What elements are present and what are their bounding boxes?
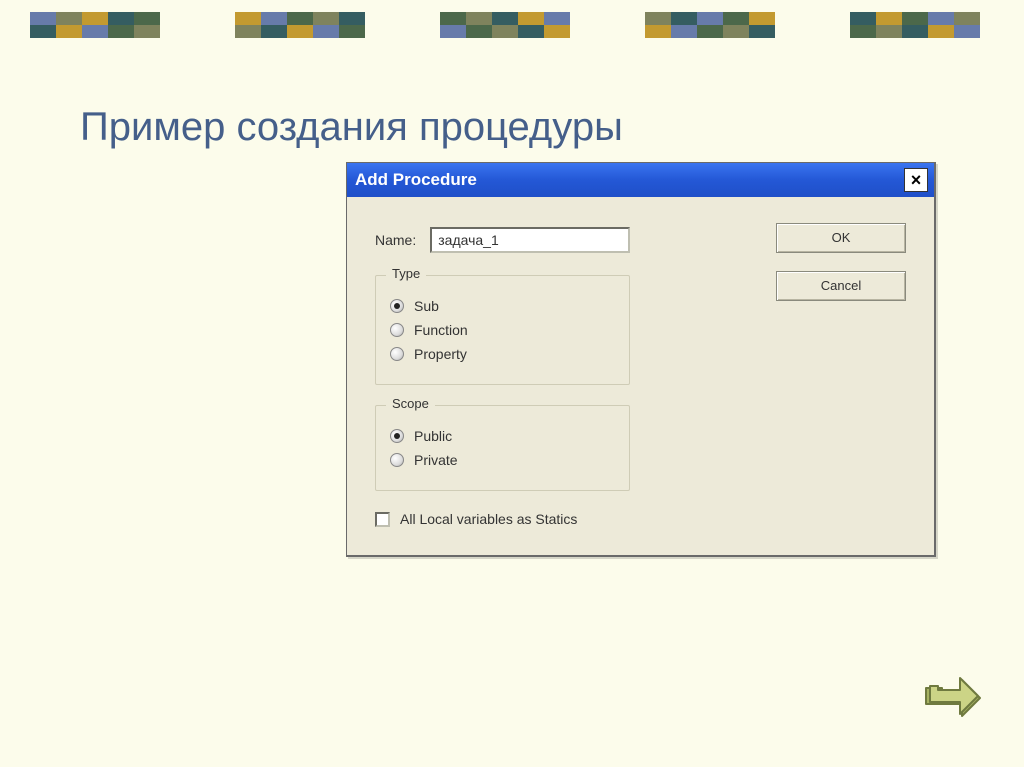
titlebar: Add Procedure ×: [347, 163, 934, 197]
checkbox-icon: [375, 512, 390, 527]
type-group: Type Sub Function Property: [375, 275, 630, 385]
radio-icon: [390, 299, 404, 313]
scope-legend: Scope: [386, 396, 435, 411]
radio-label: Property: [414, 346, 467, 362]
scope-group: Scope Public Private: [375, 405, 630, 491]
radio-icon: [390, 323, 404, 337]
page-title: Пример создания процедуры: [80, 105, 623, 150]
radio-private[interactable]: Private: [390, 452, 615, 468]
deco-bar: [440, 12, 570, 38]
add-procedure-dialog: Add Procedure × Name: Type Sub Function: [346, 162, 936, 557]
radio-icon: [390, 347, 404, 361]
deco-bar: [235, 12, 365, 38]
radio-label: Public: [414, 428, 452, 444]
deco-bar: [850, 12, 980, 38]
cancel-button[interactable]: Cancel: [776, 271, 906, 301]
deco-bar: [645, 12, 775, 38]
name-input[interactable]: [430, 227, 630, 253]
ok-button[interactable]: OK: [776, 223, 906, 253]
radio-function[interactable]: Function: [390, 322, 615, 338]
return-icon[interactable]: [924, 674, 982, 722]
radio-icon: [390, 453, 404, 467]
radio-icon: [390, 429, 404, 443]
radio-label: Sub: [414, 298, 439, 314]
radio-property[interactable]: Property: [390, 346, 615, 362]
radio-label: Private: [414, 452, 458, 468]
name-label: Name:: [375, 232, 416, 248]
radio-public[interactable]: Public: [390, 428, 615, 444]
type-legend: Type: [386, 266, 426, 281]
radio-sub[interactable]: Sub: [390, 298, 615, 314]
close-button[interactable]: ×: [904, 168, 928, 192]
dialog-title: Add Procedure: [355, 170, 904, 190]
close-icon: ×: [911, 171, 922, 189]
deco-bar: [30, 12, 160, 38]
statics-checkbox-row[interactable]: All Local variables as Statics: [375, 511, 746, 527]
checkbox-label: All Local variables as Statics: [400, 511, 577, 527]
radio-label: Function: [414, 322, 468, 338]
